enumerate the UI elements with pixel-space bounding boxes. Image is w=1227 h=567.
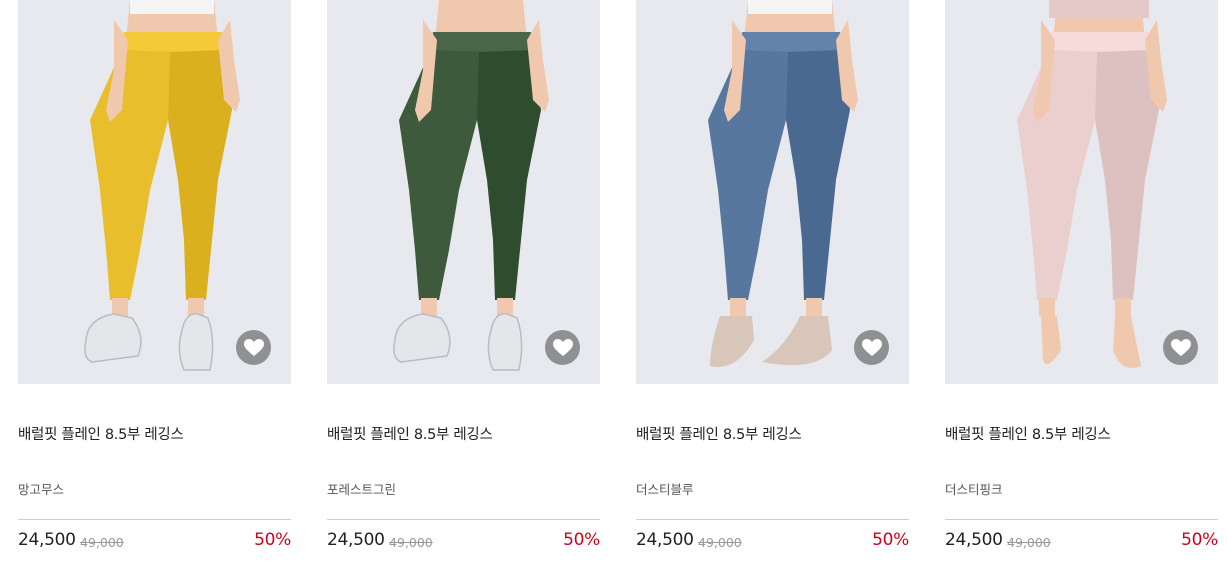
leggings-photo [327, 0, 600, 384]
heart-icon [552, 338, 573, 356]
waistband [431, 32, 533, 52]
product-image[interactable] [945, 0, 1218, 384]
original-price: 49,000 [1007, 535, 1051, 550]
heart-icon [1170, 338, 1191, 356]
product-image[interactable] [327, 0, 600, 384]
product-color: 더스티블루 [636, 482, 694, 497]
product-card[interactable]: 배럴핏 플레인 8.5부 레깅스 포레스트그린 24,500 49,000 50… [327, 0, 600, 567]
divider [636, 519, 909, 520]
product-card[interactable]: 배럴핏 플레인 8.5부 레깅스 더스티핑크 24,500 49,000 50% [945, 0, 1218, 567]
discount-rate: 50% [563, 530, 600, 550]
product-color: 망고무스 [18, 482, 65, 497]
leggings-photo [945, 0, 1218, 384]
divider [327, 519, 600, 520]
sale-price: 24,500 [945, 530, 1003, 550]
top [1049, 0, 1149, 18]
product-name[interactable]: 배럴핏 플레인 8.5부 레깅스 [636, 423, 802, 444]
sale-price: 24,500 [636, 530, 694, 550]
original-price: 49,000 [80, 535, 124, 550]
product-color: 더스티핑크 [945, 482, 1003, 497]
left-ankle [1039, 298, 1055, 316]
sports-bra [130, 0, 214, 14]
product-color: 포레스트그린 [327, 482, 397, 497]
wishlist-button[interactable] [545, 330, 580, 365]
product-image[interactable] [636, 0, 909, 384]
product-grid: 배럴핏 플레인 8.5부 레깅스 망고무스 24,500 49,000 50% … [18, 0, 1218, 567]
sports-bra [748, 0, 832, 14]
product-image[interactable] [18, 0, 291, 384]
product-name[interactable]: 배럴핏 플레인 8.5부 레깅스 [945, 423, 1111, 444]
heart-icon [861, 338, 882, 356]
right-sneaker [178, 313, 214, 371]
product-card[interactable]: 배럴핏 플레인 8.5부 레깅스 망고무스 24,500 49,000 50% [18, 0, 291, 567]
discount-rate: 50% [872, 530, 909, 550]
right-sneaker [487, 313, 523, 371]
left-ankle [112, 298, 128, 316]
leggings-photo [636, 0, 909, 384]
left-ankle [730, 298, 746, 316]
divider [945, 519, 1218, 520]
right-ankle [1115, 298, 1131, 316]
original-price: 49,000 [698, 535, 742, 550]
right-ankle [806, 298, 822, 316]
left-ankle [421, 298, 437, 316]
waistband [1049, 32, 1151, 52]
wishlist-button[interactable] [1163, 330, 1198, 365]
original-price: 49,000 [389, 535, 433, 550]
waistband [740, 32, 842, 52]
heart-icon [243, 338, 264, 356]
sale-price: 24,500 [327, 530, 385, 550]
waistband [122, 32, 224, 52]
discount-rate: 50% [1181, 530, 1218, 550]
leggings-photo [18, 0, 291, 384]
product-card[interactable]: 배럴핏 플레인 8.5부 레깅스 더스티블루 24,500 49,000 50% [636, 0, 909, 567]
divider [18, 519, 291, 520]
product-name[interactable]: 배럴핏 플레인 8.5부 레깅스 [327, 423, 493, 444]
product-name[interactable]: 배럴핏 플레인 8.5부 레깅스 [18, 423, 184, 444]
wishlist-button[interactable] [854, 330, 889, 365]
wishlist-button[interactable] [236, 330, 271, 365]
discount-rate: 50% [254, 530, 291, 550]
sale-price: 24,500 [18, 530, 76, 550]
